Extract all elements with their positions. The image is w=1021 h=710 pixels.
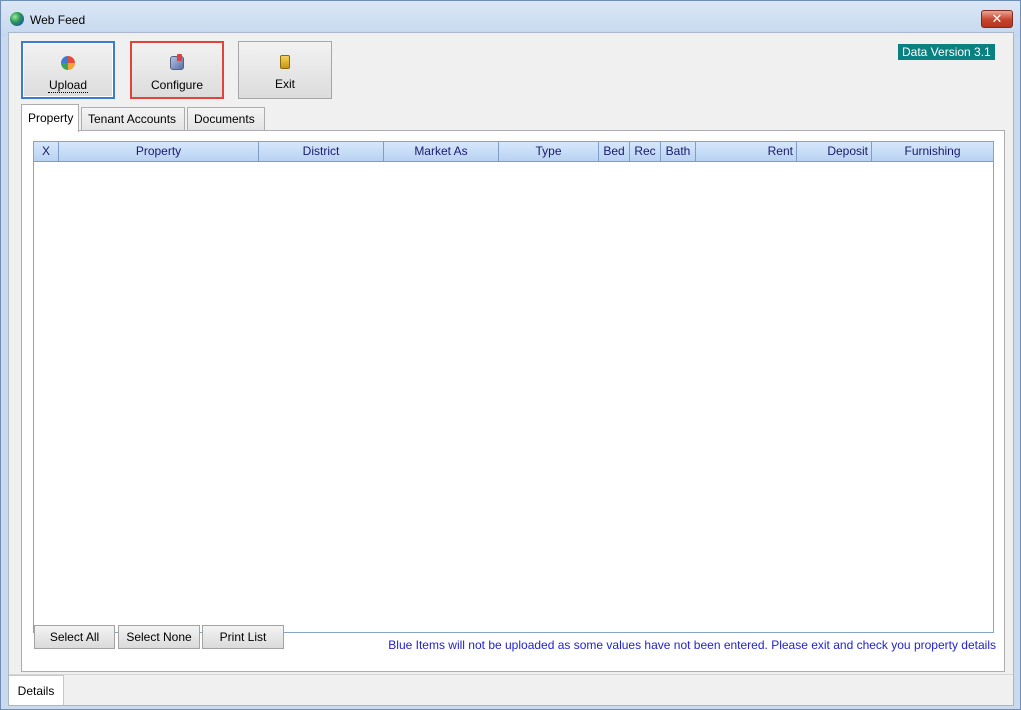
upload-warning-notice: Blue Items will not be uploaded as some …	[388, 638, 996, 652]
tab-property[interactable]: Property	[21, 104, 79, 132]
column-header-property[interactable]: Property	[59, 142, 259, 161]
select-none-button[interactable]: Select None	[118, 625, 200, 649]
upload-label: Upload	[47, 78, 89, 93]
column-header-rec[interactable]: Rec	[630, 142, 661, 161]
property-tab-panel: X Property District Market As Type Bed R…	[21, 130, 1005, 672]
exit-button[interactable]: Exit	[238, 41, 332, 99]
web-feed-window: Web Feed ✕ Upload Configure Exit Data Ve…	[0, 0, 1021, 710]
column-header-bed[interactable]: Bed	[599, 142, 630, 161]
client-area: Upload Configure Exit Data Version 3.1 P…	[8, 32, 1014, 706]
data-version-badge: Data Version 3.1	[898, 44, 995, 60]
upload-button[interactable]: Upload	[21, 41, 115, 99]
upload-icon	[61, 56, 75, 70]
column-header-rent[interactable]: Rent	[696, 142, 797, 161]
column-header-furnishing[interactable]: Furnishing	[872, 142, 993, 161]
column-header-district[interactable]: District	[259, 142, 384, 161]
exit-icon	[280, 55, 290, 69]
close-button[interactable]: ✕	[981, 10, 1013, 28]
print-list-button[interactable]: Print List	[202, 625, 284, 649]
tab-tenant-accounts[interactable]: Tenant Accounts	[81, 107, 185, 131]
tab-documents[interactable]: Documents	[187, 107, 265, 131]
column-header-type[interactable]: Type	[499, 142, 599, 161]
configure-button[interactable]: Configure	[130, 41, 224, 99]
select-all-button[interactable]: Select All	[34, 625, 115, 649]
globe-icon	[10, 12, 24, 26]
column-header-bath[interactable]: Bath	[661, 142, 696, 161]
tab-details[interactable]: Details	[9, 675, 64, 705]
column-header-deposit[interactable]: Deposit	[797, 142, 872, 161]
configure-icon	[170, 54, 184, 70]
grid-header: X Property District Market As Type Bed R…	[34, 142, 993, 162]
configure-label: Configure	[150, 78, 204, 92]
column-header-select[interactable]: X	[34, 142, 59, 161]
property-grid[interactable]: X Property District Market As Type Bed R…	[33, 141, 994, 633]
status-bar: Details	[9, 674, 1013, 705]
exit-label: Exit	[274, 77, 295, 91]
window-title: Web Feed	[30, 13, 86, 27]
column-header-market-as[interactable]: Market As	[384, 142, 499, 161]
